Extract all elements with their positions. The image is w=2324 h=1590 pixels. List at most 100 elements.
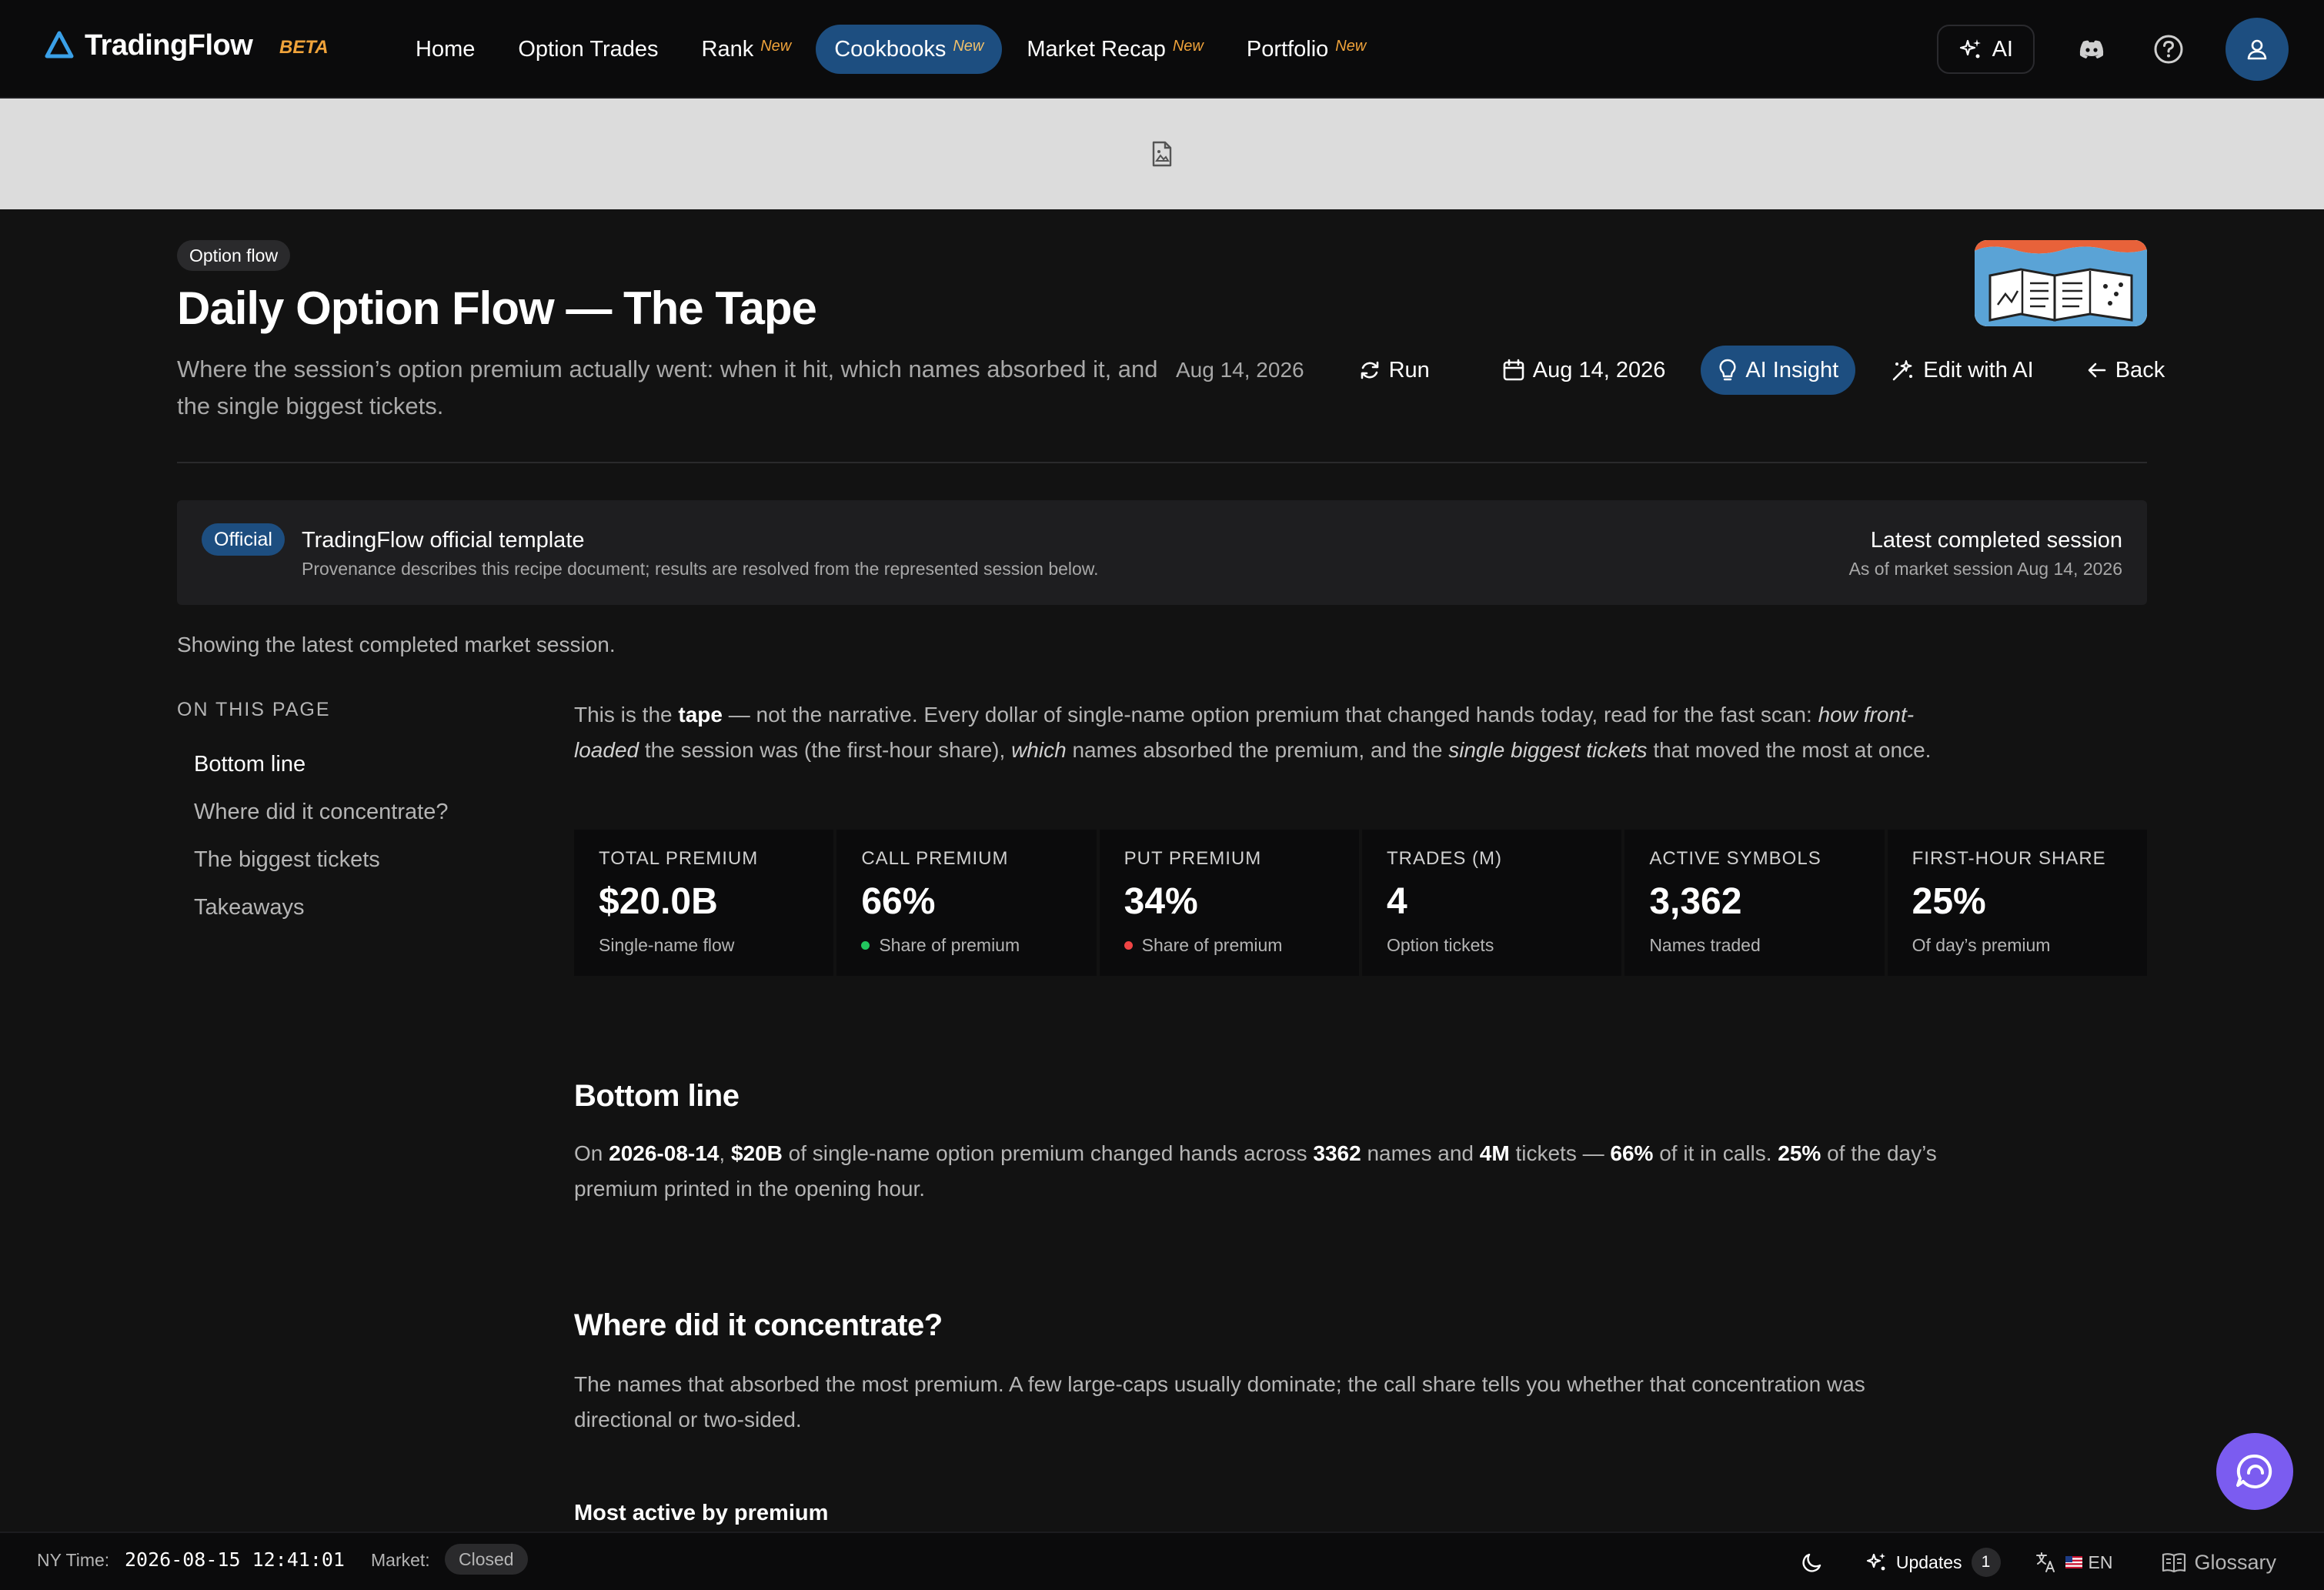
new-badge: New — [1335, 37, 1367, 55]
category-chip: Option flow — [177, 240, 291, 271]
nav-portfolio[interactable]: Portfolio New — [1228, 25, 1384, 74]
para-text: tickets — — [1509, 1141, 1611, 1165]
stat-value: 34% — [1124, 881, 1198, 922]
para-text: , — [719, 1141, 731, 1165]
nav-cookbooks[interactable]: Cookbooks New — [816, 25, 1003, 74]
toc-item-takeaways[interactable]: Takeaways — [194, 894, 448, 942]
new-badge: New — [760, 37, 792, 55]
top-navbar: TradingFlow BETA Home Option Trades Rank… — [0, 0, 2324, 99]
market-status-badge: Closed — [445, 1544, 528, 1575]
broken-image-icon — [1152, 141, 1172, 167]
sparkles-icon — [1866, 1553, 1885, 1571]
names-value: 3362 — [1313, 1141, 1361, 1165]
nav-label: Cookbooks — [834, 36, 947, 62]
recipe-date: Aug 14, 2026 — [1176, 358, 1304, 382]
date-picker-button[interactable]: Aug 14, 2026 — [1485, 346, 1683, 395]
stat-subtext: Of day’s premium — [1912, 935, 2122, 956]
page-subtitle: Where the session’s option premium actua… — [177, 356, 1158, 419]
lightbulb-icon — [1719, 359, 1736, 381]
language-label: EN — [2088, 1552, 2113, 1572]
status-footer: NY Time: 2026-08-15 12:41:01 Market: Clo… — [0, 1532, 2324, 1590]
stat-label: FIRST-HOUR SHARE — [1912, 848, 2106, 869]
ny-time-value: 2026-08-15 12:41:01 — [125, 1548, 345, 1571]
official-badge: Official — [202, 523, 285, 556]
stat-call-premium: CALL PREMIUM 66% Share of premium — [836, 830, 1097, 976]
intro-italic: single biggest tickets — [1448, 738, 1648, 762]
toc-item-bottom-line[interactable]: Bottom line — [194, 751, 448, 799]
us-flag-icon — [2065, 1556, 2082, 1568]
stat-sub-label: Single-name flow — [599, 935, 735, 955]
glossary-button[interactable]: Glossary — [2162, 1551, 2276, 1575]
call-dot-indicator — [861, 941, 870, 950]
first-hour-value: 25% — [1778, 1141, 1821, 1165]
nav-home[interactable]: Home — [397, 25, 493, 74]
beta-badge: BETA — [279, 37, 329, 58]
ai-button[interactable]: AI — [1936, 25, 2035, 74]
session-date-value: 2026-08-14 — [609, 1141, 720, 1165]
nav-label: Home — [416, 36, 476, 62]
nav-market-recap[interactable]: Market Recap New — [1008, 25, 1222, 74]
session-note: Showing the latest completed market sess… — [177, 633, 616, 656]
chat-support-button[interactable] — [2216, 1433, 2293, 1510]
concentration-paragraph: The names that absorbed the most premium… — [574, 1372, 1865, 1431]
intro-text: the session was (the first-hour share), — [639, 738, 1012, 762]
intro-italic: which — [1011, 738, 1067, 762]
nav-label: Portfolio — [1246, 36, 1329, 62]
session-title: Latest completed session — [1870, 528, 2122, 553]
stat-value: 4 — [1386, 881, 1407, 922]
page-title: Daily Option Flow — The Tape — [177, 282, 817, 334]
brand-name: TradingFlow — [85, 29, 253, 62]
arrow-left-icon — [2088, 362, 2106, 378]
stat-sub-label: Option tickets — [1386, 935, 1494, 955]
ai-insight-button[interactable]: AI Insight — [1701, 346, 1856, 395]
chat-bubble-icon — [2236, 1454, 2272, 1488]
magic-edit-icon — [1892, 360, 1913, 381]
edit-with-ai-button[interactable]: Edit with AI — [1874, 346, 2050, 395]
help-button[interactable] — [2149, 29, 2189, 69]
discord-button[interactable] — [2072, 29, 2112, 69]
stat-sub-label: Names traded — [1649, 935, 1761, 955]
brand[interactable]: TradingFlow — [43, 29, 253, 62]
toc-item-biggest-tickets[interactable]: The biggest tickets — [194, 847, 448, 894]
stat-label: PUT PREMIUM — [1124, 848, 1262, 869]
stats-row: TOTAL PREMIUM $20.0B Single-name flow CA… — [574, 830, 2147, 976]
put-dot-indicator — [1124, 941, 1133, 950]
intro-text: This is the — [574, 703, 679, 727]
stat-first-hour-share: FIRST-HOUR SHARE 25% Of day’s premium — [1887, 830, 2147, 976]
nav-rank[interactable]: Rank New — [683, 25, 810, 74]
bottom-line-paragraph: On 2026-08-14, $20B of single-name optio… — [574, 1136, 1959, 1207]
tickets-value: 4M — [1479, 1141, 1510, 1165]
toc-heading: ON THIS PAGE — [177, 699, 331, 720]
ai-insight-label: AI Insight — [1745, 357, 1839, 382]
stat-total-premium: TOTAL PREMIUM $20.0B Single-name flow — [574, 830, 834, 976]
book-icon — [2162, 1553, 2186, 1573]
intro-text: names absorbed the premium, and the — [1066, 738, 1449, 762]
provenance-description: Provenance describes this recipe documen… — [302, 559, 1099, 579]
language-selector[interactable]: EN — [2035, 1551, 2113, 1574]
ai-label: AI — [1992, 36, 2013, 62]
section-heading-bottom-line: Bottom line — [574, 1079, 740, 1113]
run-button[interactable]: Run — [1341, 346, 1447, 395]
stat-active-symbols: ACTIVE SYMBOLS 3,362 Names traded — [1624, 830, 1885, 976]
user-avatar-button[interactable] — [2225, 18, 2289, 81]
stat-sub-label: Share of premium — [1141, 935, 1283, 955]
nav-right: AI — [1936, 17, 2289, 82]
brand-logo-icon — [45, 31, 74, 58]
theme-toggle-button[interactable] — [1801, 1551, 1831, 1574]
stat-value: $20.0B — [599, 881, 718, 922]
discord-icon — [2079, 40, 2104, 58]
open-book-illustration-icon — [1975, 240, 2147, 326]
updates-label: Updates — [1895, 1552, 1962, 1572]
glossary-label: Glossary — [2194, 1550, 2276, 1574]
most-active-heading: Most active by premium — [574, 1501, 829, 1525]
stat-sub-label: Of day’s premium — [1912, 935, 2051, 955]
back-label: Back — [2115, 357, 2165, 382]
nav-option-trades[interactable]: Option Trades — [499, 25, 676, 74]
back-button[interactable]: Back — [2069, 346, 2182, 395]
stat-value: 3,362 — [1649, 881, 1742, 922]
toc-list: Bottom line Where did it concentrate? Th… — [194, 751, 448, 942]
toc-item-concentration[interactable]: Where did it concentrate? — [194, 799, 448, 847]
stat-subtext: Share of premium — [861, 935, 1071, 956]
stat-label: TOTAL PREMIUM — [599, 848, 759, 869]
updates-button[interactable]: Updates 1 — [1865, 1548, 2001, 1577]
